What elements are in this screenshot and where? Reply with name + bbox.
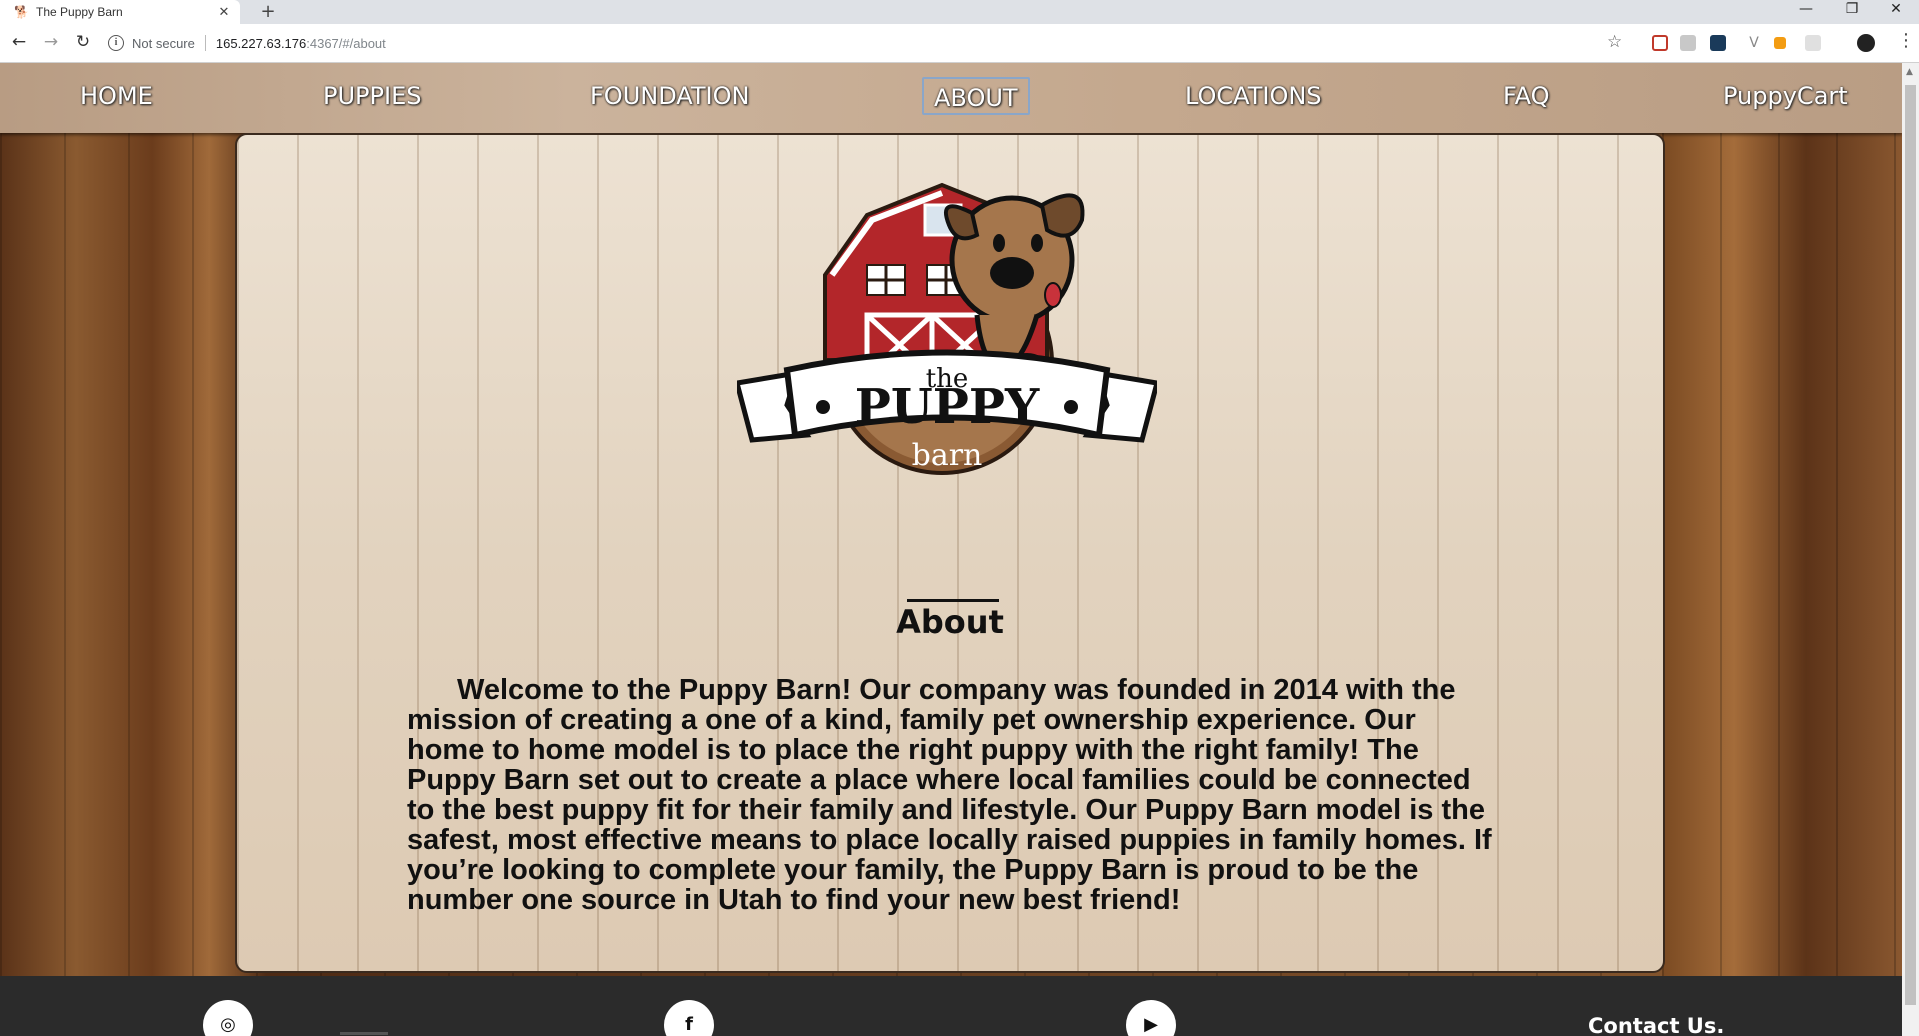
security-label: Not secure [132,35,195,51]
paw-print-icon [1064,400,1078,414]
window-close-button[interactable]: ✕ [1873,0,1919,22]
browser-tab[interactable]: 🐕 The Puppy Barn ✕ [0,0,240,24]
scrollbar-thumb[interactable] [1905,85,1916,1005]
dog-tongue [1044,282,1062,308]
site-info-icon[interactable]: i [108,35,124,51]
bookmark-star-icon[interactable]: ☆ [1607,32,1622,52]
new-tab-button[interactable]: + [256,0,280,24]
url-separator [204,35,206,51]
reload-icon[interactable]: ↻ [72,31,94,53]
main-nav: HOME PUPPIES FOUNDATION ABOUT LOCATIONS … [0,63,1902,133]
nav-puppies[interactable]: PUPPIES [313,77,431,115]
scroll-up-arrow-icon[interactable]: ▲ [1906,67,1913,77]
nav-puppycart[interactable]: PuppyCart [1713,77,1858,115]
nav-about[interactable]: ABOUT [922,77,1030,115]
vue-devtools-extension-icon[interactable]: V [1746,35,1762,51]
puppy-barn-logo: the PUPPY barn [737,182,1157,475]
extension-icon[interactable] [1805,35,1821,51]
browser-menu-icon[interactable]: ⋮ [1897,30,1915,51]
window-minimize-button[interactable]: — [1783,0,1829,22]
address-bar[interactable]: i Not secure 165.227.63.176:4367/#/about [108,29,1636,57]
about-card: the PUPPY barn About Welcome to the Pupp… [235,133,1665,973]
tab-close-icon[interactable]: ✕ [216,5,232,20]
about-title: About [896,603,1004,641]
pocket-extension-icon[interactable] [1652,35,1668,51]
browser-toolbar: ← → ↻ i Not secure 165.227.63.176:4367/#… [0,24,1919,63]
react-devtools-extension-icon[interactable] [1710,35,1726,51]
back-arrow-icon[interactable]: ← [8,31,30,53]
youtube-icon: ▶ [1144,1014,1158,1035]
profile-avatar[interactable] [1857,34,1875,52]
url-host: 165.227.63.176 [215,35,307,51]
nav-home[interactable]: HOME [70,77,163,115]
metamask-extension-icon[interactable] [1774,37,1786,49]
instagram-link[interactable]: ◎ [203,1000,253,1036]
paw-print-icon [816,400,830,414]
page-scrollbar[interactable]: ▲ [1902,63,1919,1036]
url-path: :4367/#/about [306,35,386,51]
wood-background-right [1662,63,1902,1036]
window-restore-button[interactable]: ❐ [1829,0,1875,22]
about-title-rule [907,599,999,602]
cast-extension-icon[interactable] [1680,35,1696,51]
puppy-barn-favicon-icon: 🐕 [14,5,29,19]
footer-divider [340,1032,388,1035]
dog-ear-right [1039,193,1085,238]
about-body-text: Welcome to the Puppy Barn! Our company w… [407,674,1492,916]
dog-eye-left [993,234,1005,252]
tab-title: The Puppy Barn [36,5,123,19]
site-footer: ◎ f ▶ Contact Us. [0,976,1902,1036]
instagram-icon: ◎ [220,1014,236,1035]
dog-nose [990,257,1034,289]
nav-locations[interactable]: LOCATIONS [1175,77,1332,115]
facebook-link[interactable]: f [664,1000,714,1036]
page-viewport: HOME PUPPIES FOUNDATION ABOUT LOCATIONS … [0,63,1902,1036]
forward-arrow-icon[interactable]: → [40,31,62,53]
youtube-link[interactable]: ▶ [1126,1000,1176,1036]
logo-text-puppy: PUPPY [855,379,1040,435]
contact-us-link[interactable]: Contact Us. [1588,1014,1724,1036]
nav-foundation[interactable]: FOUNDATION [580,77,759,115]
dog-eye-right [1031,234,1043,252]
facebook-icon: f [685,1014,693,1035]
browser-tab-strip: 🐕 The Puppy Barn ✕ + — ❐ ✕ [0,0,1919,24]
nav-faq[interactable]: FAQ [1493,77,1560,115]
logo-text-barn: barn [912,438,983,473]
